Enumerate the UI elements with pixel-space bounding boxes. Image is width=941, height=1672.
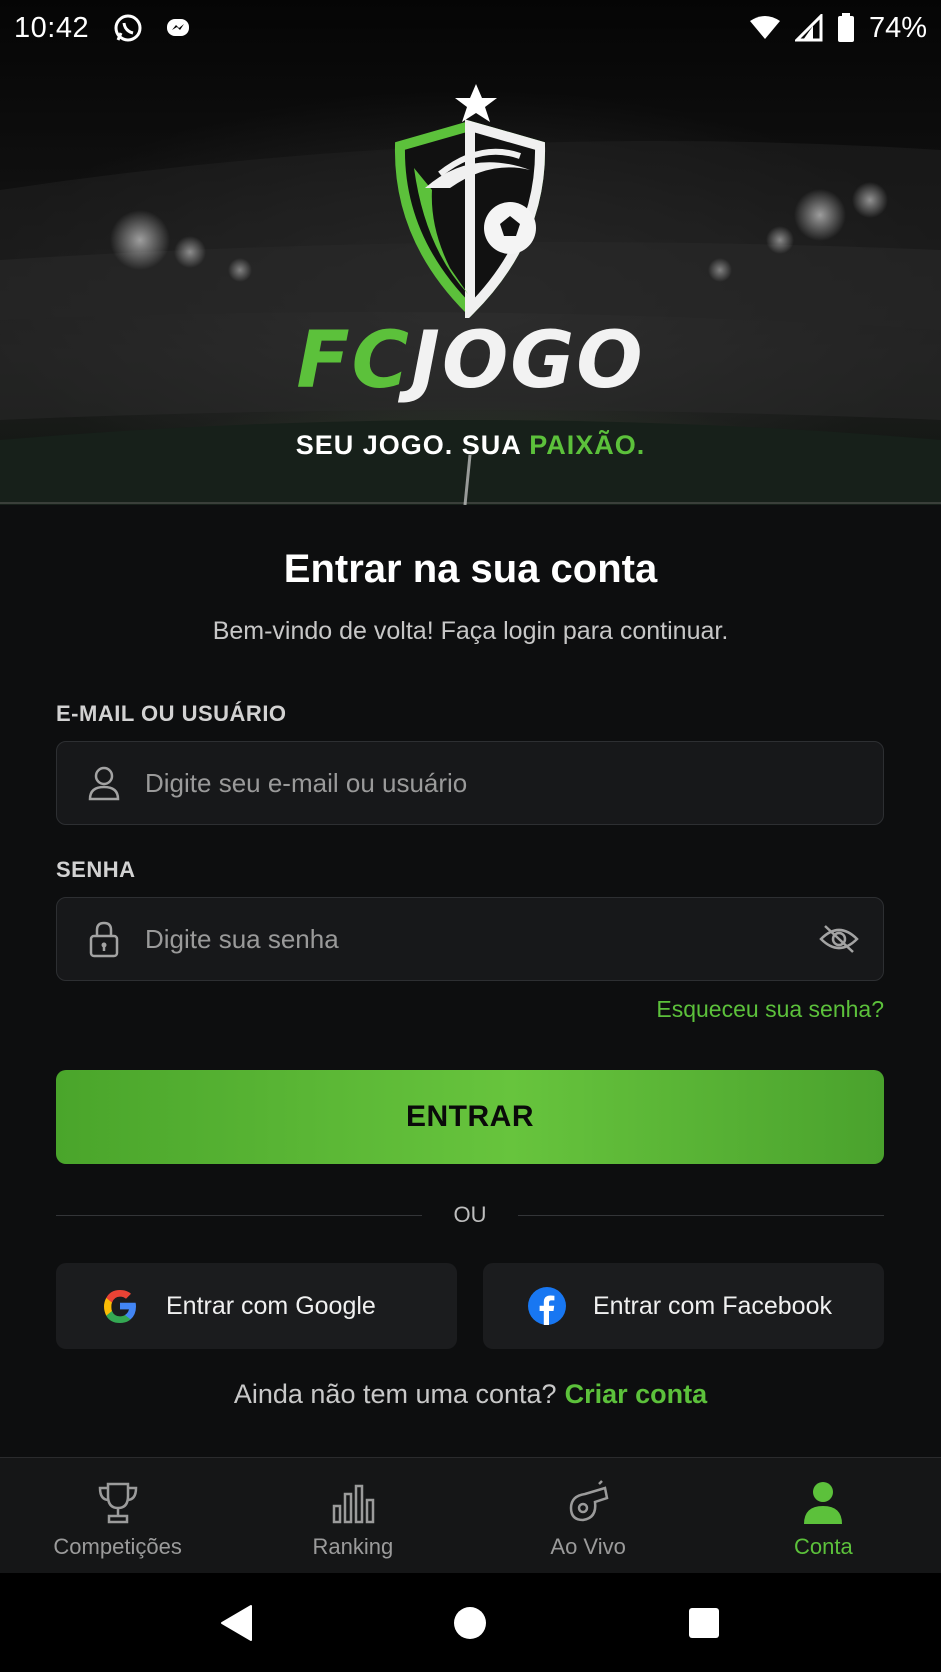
google-icon	[98, 1284, 142, 1328]
password-input[interactable]	[145, 898, 815, 980]
user-icon	[798, 1478, 848, 1528]
back-button[interactable]	[207, 1593, 267, 1653]
email-field[interactable]	[56, 741, 884, 825]
system-status: 74%	[749, 12, 927, 45]
bottom-navigation: Competições Ranking Ao Vivo Conta	[0, 1457, 941, 1573]
password-field-label: SENHA	[56, 857, 136, 882]
nav-label: Conta	[794, 1534, 853, 1559]
forgot-password-link[interactable]: Esqueceu sua senha?	[656, 996, 884, 1023]
tagline: SEU JOGO. SUA PAIXÃO.	[0, 430, 941, 461]
divider-text: OU	[453, 1202, 487, 1227]
battery-icon	[837, 13, 854, 42]
status-time: 10:42	[14, 11, 90, 44]
wifi-icon	[749, 16, 780, 39]
nav-label: Ao Vivo	[550, 1534, 626, 1559]
messenger-icon	[167, 19, 190, 36]
google-login-label: Entrar com Google	[166, 1291, 376, 1320]
nav-item-ranking[interactable]: Ranking	[235, 1458, 470, 1573]
nav-item-ao-vivo[interactable]: Ao Vivo	[471, 1458, 706, 1573]
tagline-text: SEU JOGO. SUA	[295, 430, 530, 460]
signal-icon	[794, 14, 823, 42]
system-navigation-bar	[0, 1573, 941, 1672]
page-title: Entrar na sua conta	[283, 547, 658, 591]
facebook-icon	[525, 1284, 569, 1328]
brand-wordmark-jogo: JOGO	[410, 316, 645, 406]
create-account-link[interactable]: Criar conta	[565, 1379, 708, 1409]
login-button[interactable]: ENTRAR	[56, 1070, 884, 1164]
battery-percentage: 74%	[868, 11, 927, 44]
home-button[interactable]	[440, 1593, 500, 1653]
tagline-accent: PAIXÃO.	[529, 430, 646, 460]
divider: OU	[56, 1200, 884, 1230]
back-triangle-icon	[220, 1604, 252, 1641]
notification-icons	[113, 13, 191, 43]
nav-item-competicoes[interactable]: Competições	[0, 1458, 235, 1573]
recents-square-icon	[689, 1607, 720, 1638]
login-form: Entrar na sua conta Bem-vindo de volta! …	[0, 505, 941, 1457]
facebook-login-button[interactable]: Entrar com Facebook	[483, 1263, 884, 1349]
password-field[interactable]	[56, 897, 884, 981]
signup-row: Ainda não tem uma conta? Criar conta	[0, 1379, 941, 1410]
brand-wordmark-fc: FC	[296, 316, 411, 406]
logo-shield-icon	[394, 84, 546, 318]
email-input[interactable]	[145, 742, 883, 824]
page-subtitle: Bem-vindo de volta! Faça login para cont…	[212, 617, 729, 645]
whistle-icon	[563, 1478, 613, 1528]
google-login-button[interactable]: Entrar com Google	[56, 1263, 457, 1349]
nav-label: Competições	[53, 1534, 182, 1559]
nav-item-conta[interactable]: Conta	[706, 1458, 941, 1573]
divider-line-right	[518, 1214, 884, 1216]
user-icon	[87, 763, 121, 803]
trophy-icon	[93, 1478, 143, 1528]
home-circle-icon	[454, 1606, 487, 1639]
facebook-login-label: Entrar com Facebook	[593, 1291, 832, 1320]
lock-icon	[87, 919, 121, 959]
bar-chart-icon	[328, 1478, 378, 1528]
eye-off-icon	[819, 925, 859, 953]
brand-wordmark: FCJOGO	[0, 322, 941, 400]
divider-line-left	[56, 1214, 422, 1216]
hero-banner: FCJOGO SEU JOGO. SUA PAIXÃO.	[0, 0, 941, 505]
toggle-password-visibility-button[interactable]	[815, 915, 863, 963]
recents-button[interactable]	[674, 1593, 734, 1653]
email-field-label: E-MAIL OU USUÁRIO	[56, 701, 287, 726]
status-bar: 10:42 74%	[0, 0, 941, 56]
signup-prompt: Ainda não tem uma conta?	[233, 1379, 557, 1409]
nav-label: Ranking	[312, 1534, 394, 1559]
whatsapp-icon	[114, 14, 142, 42]
